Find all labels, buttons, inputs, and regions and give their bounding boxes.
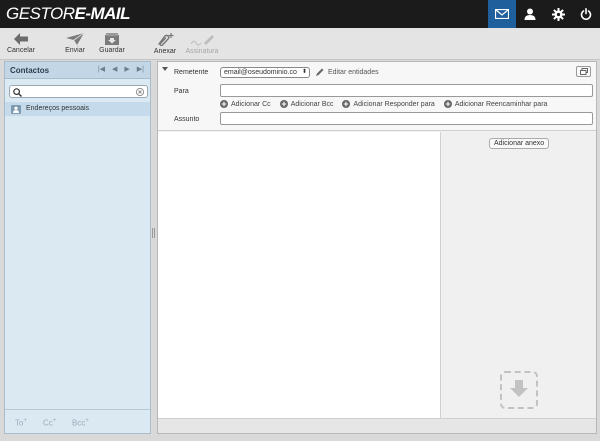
compose-panel: Remetente email@oseudominio.co ⬍ Editar … [157,61,597,434]
signature-pen-icon [190,35,214,46]
compose-footer [158,418,596,433]
message-body-editor[interactable] [158,132,441,419]
user-icon[interactable] [516,0,544,28]
save-label: Guardar [99,47,125,54]
pencil-icon [316,68,324,76]
save-button[interactable]: Guardar [95,33,129,54]
logo-part2: E-MAIL [74,4,131,23]
add-forward-to-link[interactable]: Adicionar Reencaminhar para [443,100,548,108]
add-cc-label: Cc [43,418,53,428]
sender-value: email@oseudominio.co [224,69,297,76]
power-icon[interactable] [572,0,600,28]
contacts-header: Contactos |◀ ◀ ▶ ▶| [5,62,150,79]
add-bcc-button[interactable]: Bcc+ [72,418,89,428]
to-input[interactable] [220,84,593,97]
add-cc-link[interactable]: Adicionar Cc [220,100,271,108]
add-bcc-link[interactable]: Adicionar Bcc [279,100,334,108]
contacts-pager: |◀ ◀ ▶ ▶| [98,65,144,73]
contacts-search [9,85,148,98]
cancel-label: Cancelar [6,47,35,54]
recipient-buttons: To+ Cc+ Bcc+ [5,409,150,433]
contacts-title: Contactos [10,66,50,75]
add-reply-to-label: Adicionar Responder para [353,100,435,108]
address-book-icon [11,105,21,114]
expand-window-button[interactable] [576,66,591,77]
subject-label: Assunto [174,116,200,123]
paper-plane-icon [66,33,84,45]
attachment-drop-zone[interactable] [500,371,538,409]
add-forward-to-label: Adicionar Reencaminhar para [454,100,548,108]
last-page-button[interactable]: ▶| [137,65,144,73]
attach-label: Anexar [153,48,177,55]
compose-headers: Remetente email@oseudominio.co ⬍ Editar … [158,62,596,131]
collapse-headers-icon[interactable] [162,67,168,71]
plus-circle-icon [220,100,228,108]
send-label: Enviar [65,47,85,54]
to-label: Para [174,88,189,95]
first-page-button[interactable]: |◀ [98,65,105,73]
plus-circle-icon [279,100,288,108]
attach-button[interactable]: Anexar [148,33,182,55]
select-arrows-icon: ⬍ [301,69,307,75]
add-header-links: Adicionar Cc Adicionar Bcc Adicionar Res… [220,100,547,108]
edit-entities-label: Editar entidades [328,68,379,76]
prev-page-button[interactable]: ◀ [112,65,117,73]
plus-circle-icon [342,100,351,108]
add-cc-link-label: Adicionar Cc [231,100,271,108]
address-book-personal[interactable]: Endereços pessoais [5,102,150,116]
app-logo: GESTORE-MAIL [6,4,131,23]
edit-entities-link[interactable]: Editar entidades [316,68,379,76]
cancel-button[interactable]: Cancelar [4,33,38,54]
add-attachment-button[interactable]: Adicionar anexo [489,138,550,149]
back-arrow-icon [14,33,28,45]
gear-icon[interactable] [544,0,572,28]
add-bcc-label: Bcc [72,418,86,428]
download-arrow-icon [510,380,528,397]
address-book-label: Endereços pessoais [26,105,90,112]
panel-splitter[interactable] [152,228,155,238]
add-to-button[interactable]: To+ [15,418,27,428]
signature-button[interactable]: Assinatura [185,33,219,55]
signature-label: Assinatura [185,48,219,55]
save-box-icon [105,33,119,45]
sender-select[interactable]: email@oseudominio.co ⬍ [220,67,310,78]
paperclip-icon [158,33,174,46]
send-button[interactable]: Enviar [58,33,92,54]
contacts-panel: Contactos |◀ ◀ ▶ ▶| Endereços pessoais T… [4,61,151,434]
window-icon [580,68,588,75]
search-icon [13,88,22,97]
subject-input[interactable] [220,112,593,125]
add-cc-button[interactable]: Cc+ [43,418,56,428]
contacts-search-input[interactable] [24,86,134,97]
logo-part1: GESTOR [6,4,75,23]
plus-circle-icon [443,100,452,108]
attachments-pane: Adicionar anexo [442,132,596,419]
toolbar: Cancelar Enviar Guardar Anexar Assinatur… [0,28,600,60]
sender-label: Remetente [174,69,209,76]
next-page-button[interactable]: ▶ [124,65,129,73]
mail-icon[interactable] [488,0,516,28]
clear-search-icon[interactable] [136,88,144,96]
add-bcc-link-label: Adicionar Bcc [290,100,334,108]
add-reply-to-link[interactable]: Adicionar Responder para [342,100,435,108]
top-bar: GESTORE-MAIL [0,0,600,28]
